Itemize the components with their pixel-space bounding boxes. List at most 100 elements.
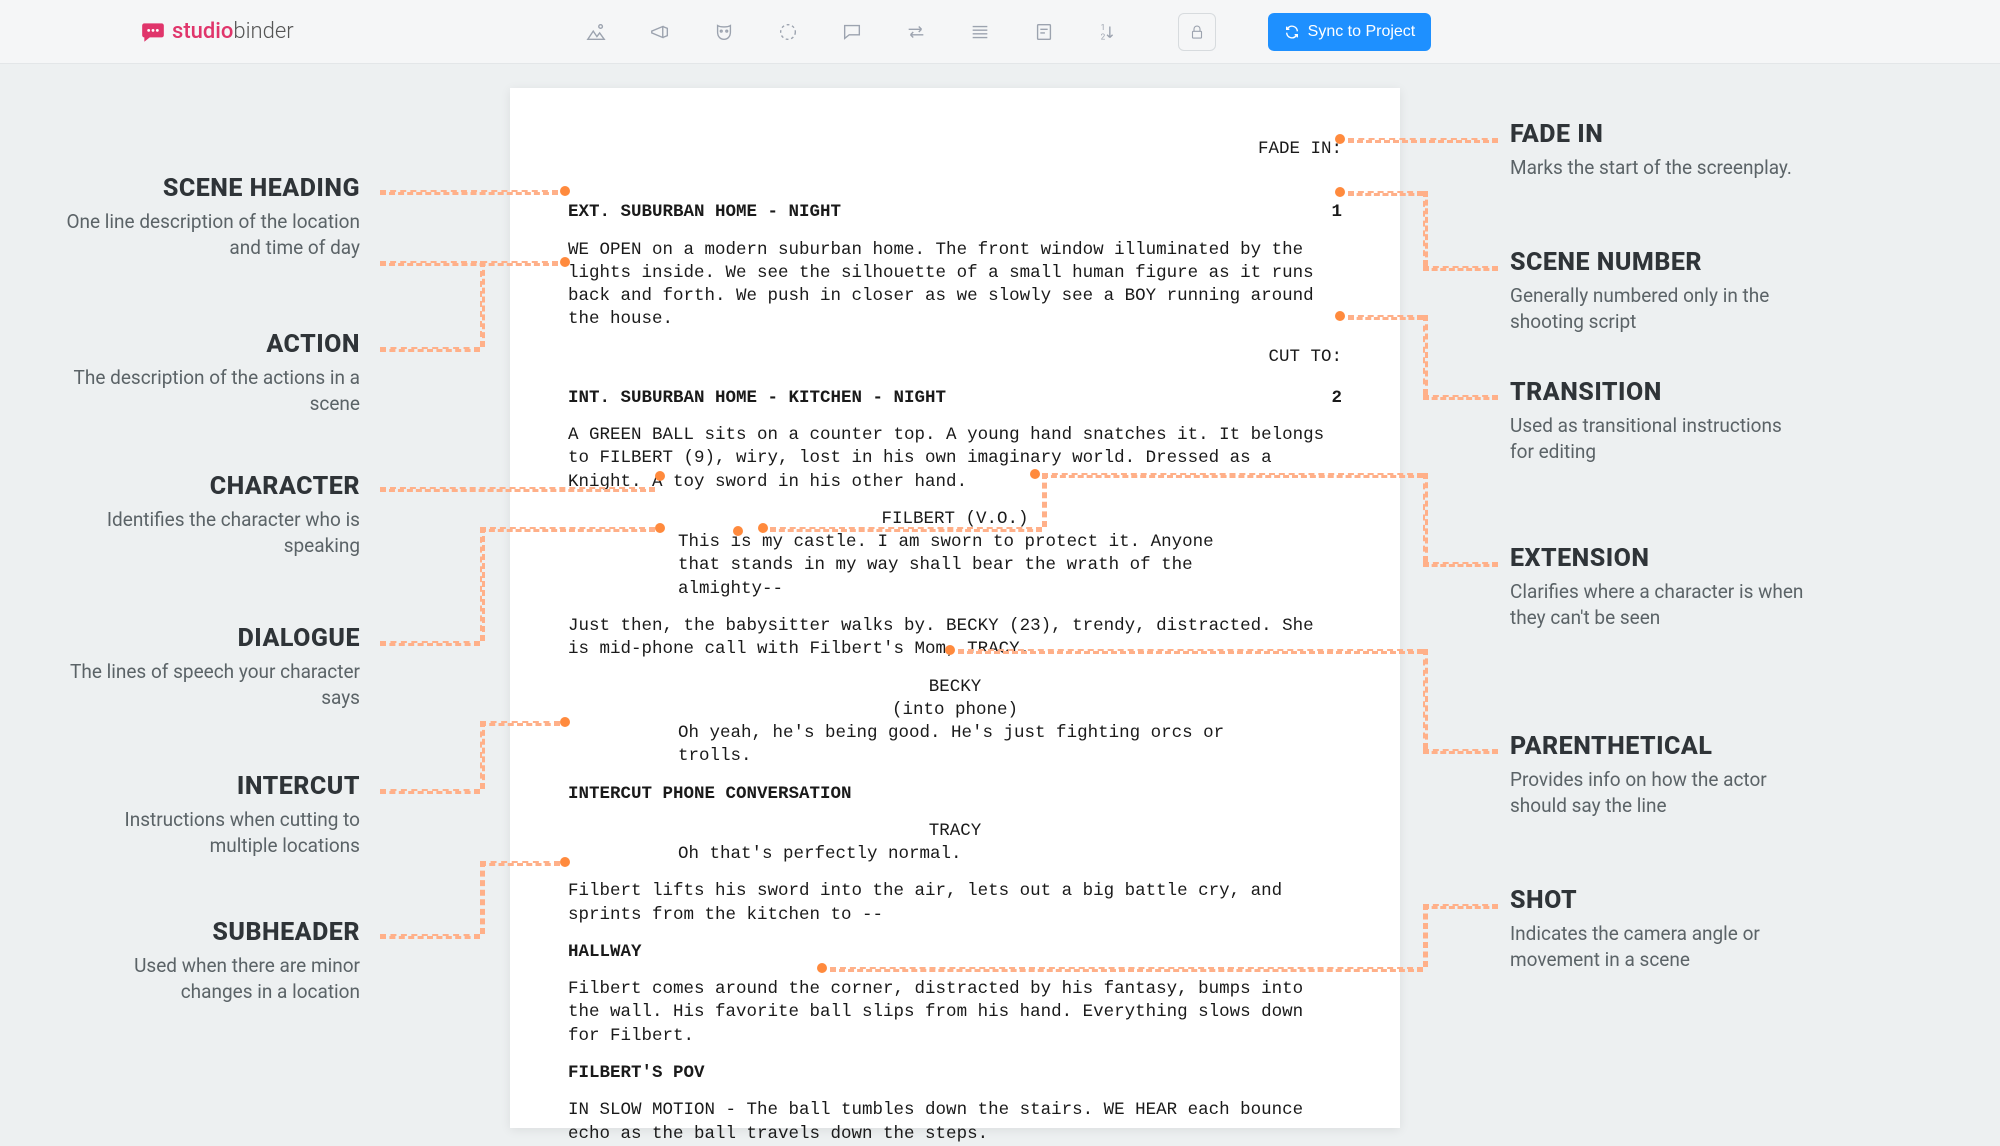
intercut: INTERCUT PHONE CONVERSATION xyxy=(568,783,1342,806)
brand-name: studiobinder xyxy=(172,19,294,44)
connector xyxy=(480,261,485,347)
annotation-extension: EXTENSIONClarifies where a character is … xyxy=(1510,544,1810,630)
dialogue-filbert: This is my castle. I am sworn to protect… xyxy=(678,531,1232,601)
dot xyxy=(560,186,570,196)
connector xyxy=(480,721,560,726)
annotation-character: CHARACTERIdentifies the character who is… xyxy=(60,472,360,558)
dot xyxy=(1335,134,1345,144)
connector xyxy=(1423,562,1498,567)
connector xyxy=(1423,649,1428,749)
comment-icon[interactable] xyxy=(840,20,864,44)
megaphone-icon[interactable] xyxy=(648,20,672,44)
annotation-fade-in: FADE INMarks the start of the screenplay… xyxy=(1510,120,1810,181)
annotation-dialogue: DIALOGUEThe lines of speech your charact… xyxy=(60,624,360,710)
action-slowmo: IN SLOW MOTION - The ball tumbles down t… xyxy=(568,1099,1342,1146)
connector xyxy=(1423,315,1428,395)
dot xyxy=(1335,187,1345,197)
action-hallway: Filbert comes around the corner, distrac… xyxy=(568,978,1342,1048)
connector xyxy=(958,649,1423,654)
dot xyxy=(758,523,768,533)
annotation-parenthetical: PARENTHETICALProvides info on how the ac… xyxy=(1510,732,1810,818)
connector xyxy=(1348,315,1423,320)
connector xyxy=(1423,473,1428,562)
scene-2-action: A GREEN BALL sits on a counter top. A yo… xyxy=(568,424,1342,494)
annotation-scene-heading: SCENE HEADINGOne line description of the… xyxy=(60,174,360,260)
connector xyxy=(1423,191,1428,266)
scene-icon[interactable] xyxy=(584,20,608,44)
dot xyxy=(733,526,743,536)
scene-2-num-right: 2 xyxy=(1331,387,1342,410)
topbar: studiobinder 12 Sync to Project xyxy=(0,0,2000,64)
brand-logo[interactable]: studiobinder xyxy=(140,19,294,45)
shot-pov: FILBERT'S POV xyxy=(568,1062,1342,1085)
lock-button[interactable] xyxy=(1178,13,1216,51)
mask-icon[interactable] xyxy=(712,20,736,44)
dialogue-tracy: Oh that's perfectly normal. xyxy=(678,843,1232,866)
scene-1-num-right: 1 xyxy=(1331,201,1342,224)
connector xyxy=(480,861,560,866)
scene-2-heading: 2 INT. SUBURBAN HOME - KITCHEN - NIGHT 2 xyxy=(568,387,1342,410)
swap-icon[interactable] xyxy=(904,20,928,44)
stage: FADE IN: EXT. SUBURBAN HOME - NIGHT 1 WE… xyxy=(0,64,2000,1125)
scene-1-action: WE OPEN on a modern suburban home. The f… xyxy=(568,239,1342,332)
connector xyxy=(380,487,655,492)
annotation-shot: SHOTIndicates the camera angle or moveme… xyxy=(1510,886,1810,972)
lines-icon[interactable] xyxy=(968,20,992,44)
connector xyxy=(380,190,558,195)
connector xyxy=(1042,473,1047,527)
character-tracy: TRACY xyxy=(568,820,1342,843)
annotation-scene-number: SCENE NUMBERGenerally numbered only in t… xyxy=(1510,248,1810,334)
numbering-icon[interactable]: 12 xyxy=(1096,20,1120,44)
connector xyxy=(380,347,480,352)
note-icon[interactable] xyxy=(1032,20,1056,44)
scene-2-slug: INT. SUBURBAN HOME - KITCHEN - NIGHT xyxy=(568,388,946,408)
connector xyxy=(1423,266,1498,271)
dot xyxy=(1335,311,1345,321)
annotation-subheader: SUBHEADERUsed when there are minor chang… xyxy=(60,918,360,1004)
dot xyxy=(560,857,570,867)
connector xyxy=(1423,395,1498,400)
dialogue-becky: Oh yeah, he's being good. He's just figh… xyxy=(678,722,1232,769)
fade-in: FADE IN: xyxy=(568,138,1342,161)
action-sword: Filbert lifts his sword into the air, le… xyxy=(568,880,1342,927)
connector xyxy=(1042,473,1423,478)
refresh-icon xyxy=(1284,24,1300,40)
connector xyxy=(480,527,655,532)
toolbar: 12 Sync to Project xyxy=(584,13,1432,51)
annotation-intercut: INTERCUTInstructions when cutting to mul… xyxy=(60,772,360,858)
circle-icon[interactable] xyxy=(776,20,800,44)
connector xyxy=(480,721,485,789)
connector xyxy=(480,527,485,641)
connector xyxy=(380,934,480,939)
connector xyxy=(380,789,480,794)
dot xyxy=(945,645,955,655)
character-becky: BECKY xyxy=(568,676,1342,699)
scene-1-heading: EXT. SUBURBAN HOME - NIGHT 1 xyxy=(568,201,1342,224)
dot xyxy=(655,523,665,533)
connector xyxy=(830,967,1423,972)
dot xyxy=(655,471,665,481)
connector xyxy=(770,527,1042,532)
speech-bubble-icon xyxy=(140,19,166,45)
svg-text:2: 2 xyxy=(1100,32,1105,42)
connector xyxy=(380,641,480,646)
connector xyxy=(1348,138,1498,143)
subheader-hallway: HALLWAY xyxy=(568,941,1342,964)
annotation-transition: TRANSITIONUsed as transitional instructi… xyxy=(1510,378,1810,464)
dot xyxy=(817,963,827,973)
dot xyxy=(1030,469,1040,479)
connector xyxy=(1423,749,1498,754)
connector xyxy=(1423,904,1428,967)
script-page: FADE IN: EXT. SUBURBAN HOME - NIGHT 1 WE… xyxy=(510,88,1400,1128)
sync-to-project-button[interactable]: Sync to Project xyxy=(1268,13,1432,51)
connector xyxy=(1423,904,1498,909)
annotation-action: ACTIONThe description of the actions in … xyxy=(60,330,360,416)
transition-cut: CUT TO: xyxy=(568,346,1342,369)
connector xyxy=(380,261,558,266)
dot xyxy=(560,257,570,267)
scene-1-slug: EXT. SUBURBAN HOME - NIGHT xyxy=(568,202,841,222)
connector xyxy=(480,861,485,934)
parenthetical-becky: (into phone) xyxy=(568,699,1342,722)
action-babysitter: Just then, the babysitter walks by. BECK… xyxy=(568,615,1342,662)
dot xyxy=(560,717,570,727)
